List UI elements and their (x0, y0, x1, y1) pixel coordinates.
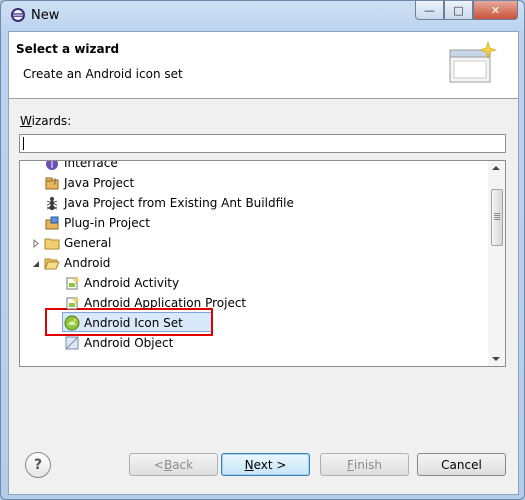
text-caret (23, 137, 24, 150)
header-title: Select a wizard (16, 42, 120, 56)
help-icon: ? (33, 457, 43, 473)
wizard-filter-input[interactable] (19, 134, 506, 153)
tree-item-java-project-ant[interactable]: Java Project from Existing Ant Buildfile (44, 193, 294, 213)
tree-vertical-scrollbar[interactable] (488, 161, 505, 366)
maximize-icon: □ (453, 3, 464, 17)
close-icon: ✕ (490, 3, 501, 17)
tree-item-android-activity[interactable]: Android Activity (64, 273, 179, 293)
wizard-tree[interactable]: I Interface J Java Project Java Project … (19, 160, 506, 367)
close-button[interactable]: ✕ (473, 1, 518, 20)
minimize-button[interactable]: — (415, 1, 444, 20)
tree-item-java-project[interactable]: J Java Project (44, 173, 134, 193)
new-wizard-banner-icon (449, 41, 497, 83)
header-description: Create an Android icon set (23, 67, 183, 81)
wizard-header: Select a wizard Create an Android icon s… (9, 32, 518, 99)
tree-item-general[interactable]: General (44, 233, 111, 253)
collapse-arrow-icon[interactable] (31, 259, 40, 268)
finish-button[interactable]: Finish (320, 453, 409, 476)
maximize-button[interactable]: □ (444, 1, 473, 20)
wizards-label: Wizards: (20, 114, 72, 128)
dialog-client-area: Select a wizard Create an Android icon s… (8, 31, 519, 495)
android-project-icon (66, 296, 80, 310)
minimize-icon: — (424, 3, 435, 17)
window-title: New (31, 8, 60, 23)
tree-item-android-application-project[interactable]: Android Application Project (64, 293, 246, 313)
next-button[interactable]: Next > (221, 453, 310, 476)
java-project-icon: J (45, 177, 59, 190)
scroll-up-arrow-icon[interactable] (492, 166, 500, 170)
expand-arrow-icon[interactable] (32, 239, 41, 248)
tree-item-android-icon-set[interactable]: Android Icon Set (64, 313, 183, 333)
tree-item-android[interactable]: Android (44, 253, 110, 273)
help-button[interactable]: ? (25, 452, 51, 478)
new-wizard-window: New — □ ✕ Select a wizard Create an Andr… (0, 0, 525, 500)
android-object-icon (65, 336, 79, 350)
tree-item-plugin-project[interactable]: Plug-in Project (44, 213, 150, 233)
plugin-project-icon (45, 216, 59, 230)
cancel-button[interactable]: Cancel (417, 453, 506, 476)
eclipse-icon (11, 8, 25, 22)
folder-icon (44, 238, 60, 250)
button-bar: ? < Back Next > Finish Cancel (9, 452, 518, 494)
folder-open-icon (44, 258, 60, 270)
title-bar[interactable]: New — □ ✕ (1, 1, 524, 31)
scroll-down-arrow-icon[interactable] (492, 357, 500, 361)
back-button[interactable]: < Back (129, 453, 218, 476)
ant-icon (46, 197, 58, 211)
android-icon-set-icon (64, 315, 80, 331)
svg-text:J: J (53, 177, 56, 185)
tree-item-android-object[interactable]: Android Object (64, 333, 173, 353)
tree-item-interface[interactable]: I Interface (44, 160, 118, 173)
scrollbar-thumb[interactable] (491, 189, 503, 246)
interface-icon: I (46, 160, 58, 171)
svg-text:I: I (51, 160, 54, 171)
android-activity-icon (66, 276, 80, 290)
